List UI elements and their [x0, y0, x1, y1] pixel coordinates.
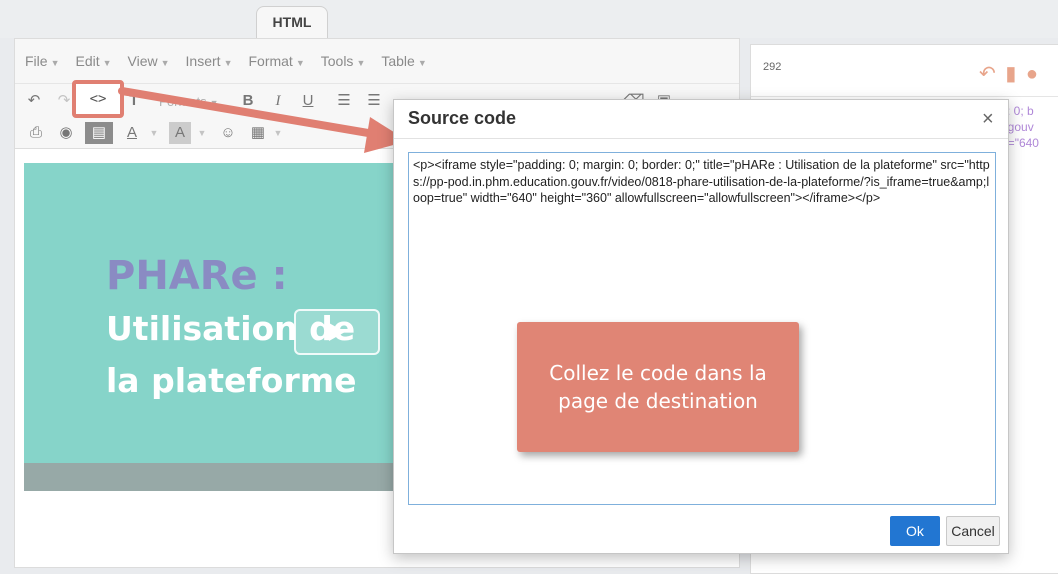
instruction-callout: Collez le code dans la page de destinati… — [517, 322, 799, 452]
chevron-down-icon: ▼ — [417, 58, 427, 68]
chevron-down-icon: ▼ — [295, 58, 305, 68]
right-panel-actions: ↶ ▮ ● — [979, 61, 1038, 86]
delete-icon[interactable]: ● — [1026, 63, 1038, 85]
cancel-button[interactable]: Cancel — [946, 516, 1000, 546]
chevron-down-icon: ▼ — [223, 58, 233, 68]
menu-format[interactable]: Format ▼ — [248, 53, 304, 69]
video-thumbnail[interactable]: PHARe : Utilisation de la plateforme — [24, 163, 404, 491]
callout-text: Collez le code dans la page de destinati… — [549, 361, 767, 413]
dialog-divider — [394, 138, 1008, 139]
close-icon[interactable]: × — [982, 108, 994, 131]
tab-html[interactable]: HTML — [256, 6, 328, 38]
video-title-line3: la plateforme — [106, 361, 357, 400]
annotation-arrow-icon — [118, 87, 408, 153]
character-count: 292 — [763, 61, 782, 73]
menu-file[interactable]: File ▼ — [25, 53, 59, 69]
document-icon[interactable]: ▮ — [1005, 63, 1016, 85]
dialog-title: Source code — [408, 108, 517, 128]
right-panel-header: 292 ↶ ▮ ● — [751, 45, 1058, 97]
chevron-down-icon: ▼ — [356, 58, 366, 68]
preview-eye-icon[interactable]: ◉ — [55, 122, 77, 144]
top-bar — [0, 0, 1058, 38]
undo-icon[interactable]: ↶ — [23, 90, 45, 112]
video-title-line1: PHARe : — [106, 253, 288, 299]
media-icon[interactable]: ▤ — [85, 122, 113, 144]
play-icon — [329, 323, 345, 341]
menu-table[interactable]: Table ▼ — [381, 53, 426, 69]
menu-insert[interactable]: Insert ▼ — [186, 53, 233, 69]
print-icon[interactable]: ⎙ — [25, 122, 47, 144]
chevron-down-icon: ▼ — [160, 58, 170, 68]
menu-edit[interactable]: Edit ▼ — [75, 53, 111, 69]
ok-button[interactable]: Ok — [890, 516, 940, 546]
chevron-down-icon: ▼ — [102, 58, 112, 68]
source-code-button[interactable]: <> — [72, 80, 124, 118]
chevron-down-icon: ▼ — [50, 58, 60, 68]
video-controls-bar — [24, 463, 404, 491]
menu-view[interactable]: View ▼ — [128, 53, 170, 69]
menubar: File ▼ Edit ▼ View ▼ Insert ▼ Format ▼ Tools ▼… — [15, 39, 739, 83]
undo-icon[interactable]: ↶ — [979, 63, 996, 85]
play-button[interactable] — [294, 309, 380, 355]
menu-tools[interactable]: Tools ▼ — [321, 53, 366, 69]
